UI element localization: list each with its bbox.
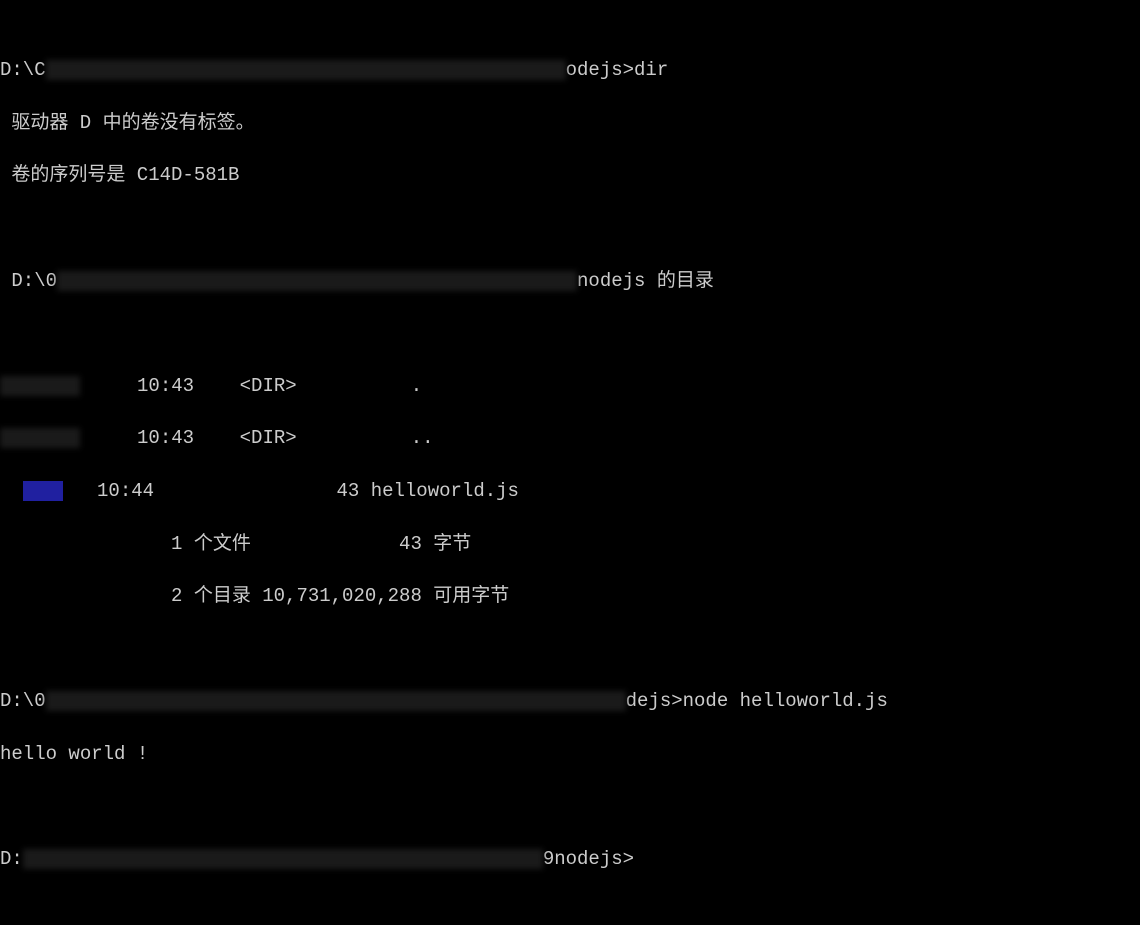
command-node: node helloworld.js: [683, 690, 888, 712]
dir-type: <DIR>: [240, 375, 297, 397]
file-size: 43: [336, 480, 359, 502]
path-prefix: D:\0: [11, 270, 57, 292]
volume-info-2: 卷的序列号是 C14D-581B: [0, 162, 1140, 188]
dir-entry-2: 10:43 <DIR> ..: [0, 425, 1140, 451]
blank-line: [0, 320, 1140, 346]
summary-files: 1 个文件 43 字节: [0, 531, 1140, 557]
prompt-line-3[interactable]: D: 9nodejs>: [0, 846, 1140, 872]
dir-name: .: [411, 375, 422, 397]
dir-suffix: nodejs 的目录: [577, 270, 714, 292]
summary-dirs: 2 个目录 10,731,020,288 可用字节: [0, 583, 1140, 609]
blank-line: [0, 636, 1140, 662]
path-suffix: dejs>: [626, 690, 683, 712]
redacted-path: [57, 271, 577, 291]
dir-type: <DIR>: [240, 427, 297, 449]
file-name: helloworld.js: [371, 480, 519, 502]
path-prefix: D:: [0, 848, 23, 870]
time: 10:43: [137, 427, 194, 449]
path-suffix: 9nodejs>: [543, 848, 634, 870]
redacted-date: [0, 428, 80, 448]
blank-line: [0, 215, 1140, 241]
program-output: hello world !: [0, 741, 1140, 767]
path-prefix: D:\0: [0, 690, 46, 712]
time: 10:44: [97, 480, 154, 502]
redacted-path: [46, 60, 566, 80]
path-prefix: D:\C: [0, 59, 46, 81]
dir-name: ..: [411, 427, 434, 449]
prompt-line-2[interactable]: D:\0 dejs>node helloworld.js: [0, 688, 1140, 714]
dir-header: D:\0 nodejs 的目录: [0, 268, 1140, 294]
path-suffix: odejs>: [566, 59, 634, 81]
time: 10:43: [137, 375, 194, 397]
volume-info-1: 驱动器 D 中的卷没有标签。: [0, 110, 1140, 136]
redacted-date: [0, 376, 80, 396]
selection-highlight: [23, 481, 63, 501]
redacted-path: [46, 691, 626, 711]
blank-line: [0, 794, 1140, 820]
dir-entry-3: 10:44 43 helloworld.js: [0, 478, 1140, 504]
terminal-output: D:\C odejs>dir 驱动器 D 中的卷没有标签。 卷的序列号是 C14D…: [0, 4, 1140, 925]
prompt-line-1[interactable]: D:\C odejs>dir: [0, 57, 1140, 83]
redacted-date: [0, 480, 23, 502]
redacted-path: [23, 849, 543, 869]
dir-entry-1: 10:43 <DIR> .: [0, 373, 1140, 399]
command-dir: dir: [634, 59, 668, 81]
